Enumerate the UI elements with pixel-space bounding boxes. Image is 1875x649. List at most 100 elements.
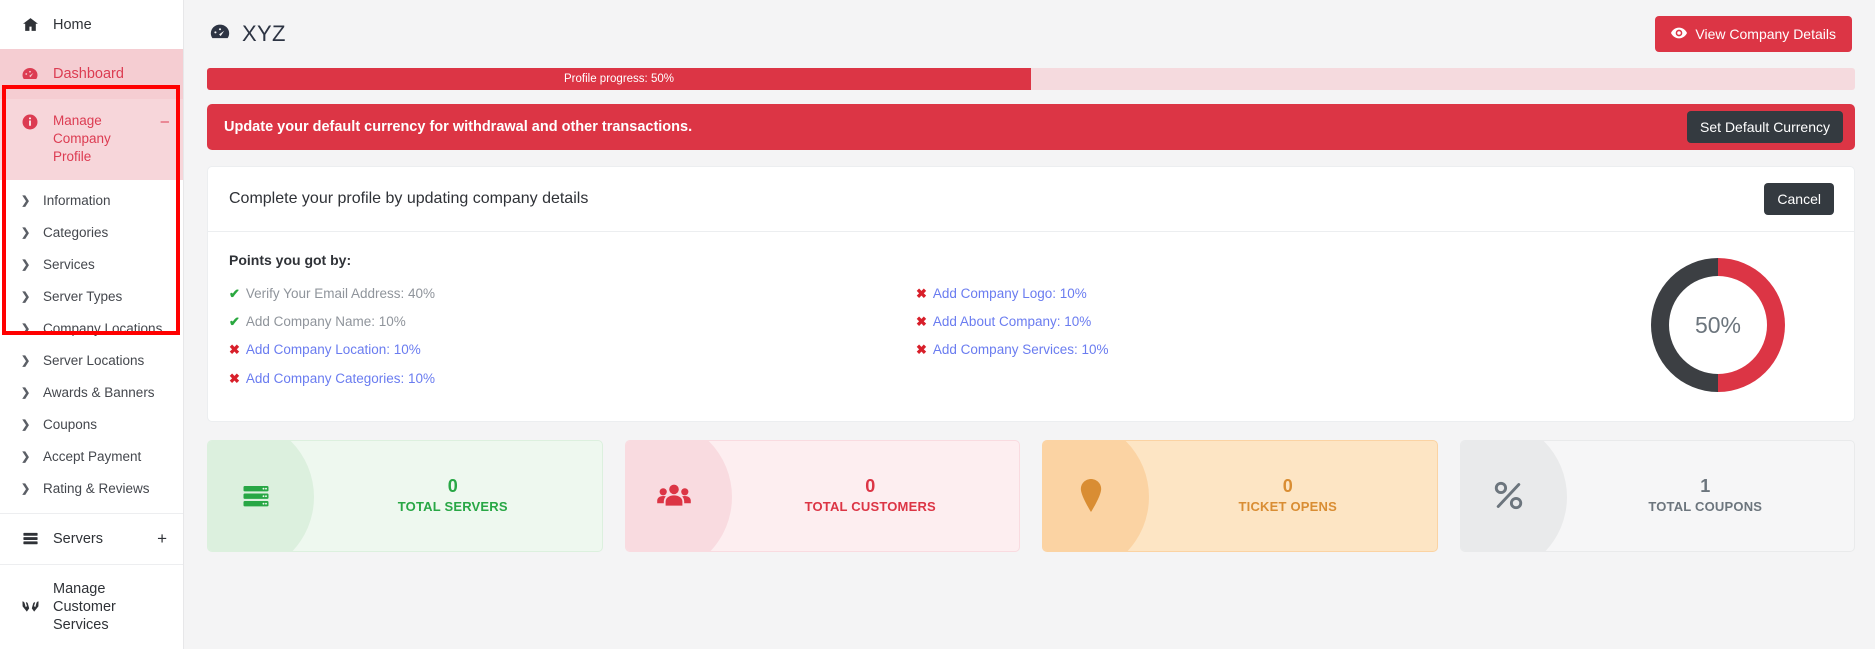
sidebar-item-label: Server Locations <box>43 353 145 369</box>
chevron-right-icon: ❯ <box>21 323 31 336</box>
cross-icon: ✖ <box>229 370 240 386</box>
point-link[interactable]: Add Company Location: 10% <box>246 342 421 358</box>
sidebar-item-label: Server Types <box>43 289 123 305</box>
sidebar-group-manage-company-profile[interactable]: Manage Company Profile – <box>0 99 183 180</box>
stat-card-total-customers[interactable]: 0 TOTAL CUSTOMERS <box>624 439 1020 552</box>
profile-card-title: Complete your profile by updating compan… <box>229 190 589 207</box>
sidebar-item-servers[interactable]: Servers + <box>0 512 183 564</box>
profile-completion-card: Complete your profile by updating compan… <box>207 166 1855 422</box>
stat-body: 0 TOTAL SERVERS <box>304 475 602 516</box>
stat-value: 1 <box>1700 476 1711 497</box>
profile-progress-bar: Profile progress: 50% <box>207 68 1031 90</box>
sidebar-item-label: Categories <box>43 225 109 241</box>
check-icon: ✔ <box>229 314 240 330</box>
dashboard-icon <box>20 65 40 83</box>
stat-body: 0 TOTAL CUSTOMERS <box>722 475 1020 516</box>
map-pin-icon <box>1043 479 1139 513</box>
info-circle-icon <box>20 112 40 131</box>
sidebar-item-label: Servers <box>53 530 103 547</box>
point-link[interactable]: Add About Company: 10% <box>933 314 1091 330</box>
sidebar-subnav: ❯ Information ❯ Categories ❯ Services ❯ … <box>0 179 183 513</box>
stat-card-total-coupons[interactable]: 1 TOTAL COUPONS <box>1459 439 1855 552</box>
list-item[interactable]: ✔ Verify Your Email Address: 40% <box>229 286 916 302</box>
chevron-right-icon: ❯ <box>21 291 31 304</box>
stat-label: TICKET OPENS <box>1238 499 1337 515</box>
point-label: Add Company Name: 10% <box>245 314 406 330</box>
sidebar-item-dashboard[interactable]: Dashboard <box>0 49 183 99</box>
collapse-toggle-icon[interactable]: – <box>161 112 169 129</box>
chevron-right-icon: ❯ <box>21 419 31 432</box>
top-bar: XYZ View Company Details <box>184 0 1875 68</box>
sidebar-item-home[interactable]: Home <box>0 0 183 49</box>
server-icon <box>20 530 40 547</box>
plus-icon[interactable]: + <box>157 529 167 549</box>
point-link[interactable]: Add Company Logo: 10% <box>933 286 1087 302</box>
chevron-right-icon: ❯ <box>21 355 31 368</box>
users-icon <box>626 482 722 510</box>
list-item[interactable]: ✖ Add Company Categories: 10% <box>229 371 916 387</box>
list-item[interactable]: ✖ Add About Company: 10% <box>916 314 1603 330</box>
sidebar-item-coupons[interactable]: ❯ Coupons <box>0 409 183 441</box>
sidebar-item-accept-payment[interactable]: ❯ Accept Payment <box>0 441 183 473</box>
server-stack-icon <box>208 481 304 511</box>
chevron-right-icon: ❯ <box>21 451 31 464</box>
sidebar-item-server-types[interactable]: ❯ Server Types <box>0 281 183 313</box>
list-item[interactable]: ✔ Add Company Name: 10% <box>229 314 916 330</box>
profile-progress-label: Profile progress: 50% <box>564 73 674 85</box>
points-section: Points you got by: ✔ Verify Your Email A… <box>229 252 1603 399</box>
sidebar: Home Dashboard Manage Company Profile – … <box>0 0 184 649</box>
cross-icon: ✖ <box>916 342 927 358</box>
sidebar-item-label: Dashboard <box>53 66 124 82</box>
stat-value: 0 <box>865 476 876 497</box>
brand: XYZ <box>209 21 286 48</box>
points-column-left: ✔ Verify Your Email Address: 40% ✔ Add C… <box>229 286 916 399</box>
points-grid: ✔ Verify Your Email Address: 40% ✔ Add C… <box>229 286 1603 399</box>
list-item[interactable]: ✖ Add Company Location: 10% <box>229 342 916 358</box>
list-item[interactable]: ✖ Add Company Services: 10% <box>916 342 1603 358</box>
stat-cards: 0 TOTAL SERVERS 0 TOTAL CUSTOMERS 0 TICK… <box>184 422 1875 552</box>
sidebar-item-services[interactable]: ❯ Services <box>0 249 183 281</box>
set-default-currency-button[interactable]: Set Default Currency <box>1687 111 1843 143</box>
view-company-details-button[interactable]: View Company Details <box>1655 16 1852 52</box>
cancel-button[interactable]: Cancel <box>1764 183 1834 215</box>
sidebar-item-information[interactable]: ❯ Information <box>0 185 183 217</box>
stat-body: 0 TICKET OPENS <box>1139 475 1437 516</box>
hands-icon <box>20 598 40 615</box>
sidebar-item-label: Awards & Banners <box>43 385 155 401</box>
sidebar-item-label: Home <box>53 16 92 33</box>
profile-progress-track: Profile progress: 50% <box>207 68 1855 90</box>
stat-value: 0 <box>447 476 458 497</box>
sidebar-item-company-locations[interactable]: ❯ Company Locations <box>0 313 183 345</box>
sidebar-item-manage-customer-services[interactable]: Manage Customer Services <box>0 563 183 649</box>
stat-label: TOTAL COUPONS <box>1648 499 1763 515</box>
sidebar-item-categories[interactable]: ❯ Categories <box>0 217 183 249</box>
cross-icon: ✖ <box>916 314 927 330</box>
sidebar-item-awards-banners[interactable]: ❯ Awards & Banners <box>0 377 183 409</box>
chevron-right-icon: ❯ <box>21 483 31 496</box>
stat-card-total-servers[interactable]: 0 TOTAL SERVERS <box>207 439 603 552</box>
cross-icon: ✖ <box>229 342 240 358</box>
sidebar-item-label: Manage Customer Services <box>53 580 116 633</box>
stat-card-ticket-opens[interactable]: 0 TICKET OPENS <box>1042 439 1438 552</box>
point-link[interactable]: Add Company Services: 10% <box>933 342 1109 358</box>
profile-card-header: Complete your profile by updating compan… <box>208 167 1854 232</box>
cross-icon: ✖ <box>916 286 927 301</box>
list-item[interactable]: ✖ Add Company Logo: 10% <box>916 286 1603 302</box>
currency-alert: Update your default currency for withdra… <box>207 104 1855 150</box>
gauge-icon <box>209 21 231 48</box>
sidebar-item-label: Services <box>43 257 95 273</box>
chevron-right-icon: ❯ <box>21 227 31 240</box>
point-label: Verify Your Email Address: 40% <box>245 286 436 301</box>
chevron-right-icon: ❯ <box>21 259 31 272</box>
stat-label: TOTAL SERVERS <box>397 499 508 515</box>
chevron-right-icon: ❯ <box>21 387 31 400</box>
home-icon <box>20 16 40 33</box>
eye-icon <box>1671 26 1688 42</box>
chevron-right-icon: ❯ <box>21 195 31 208</box>
main-content: XYZ View Company Details Profile progres… <box>184 0 1875 649</box>
point-link[interactable]: Add Company Categories: 10% <box>246 371 435 387</box>
sidebar-item-server-locations[interactable]: ❯ Server Locations <box>0 345 183 377</box>
sidebar-item-rating-reviews[interactable]: ❯ Rating & Reviews <box>0 473 183 505</box>
view-company-details-label: View Company Details <box>1695 26 1836 42</box>
sidebar-item-label: Accept Payment <box>43 449 142 465</box>
